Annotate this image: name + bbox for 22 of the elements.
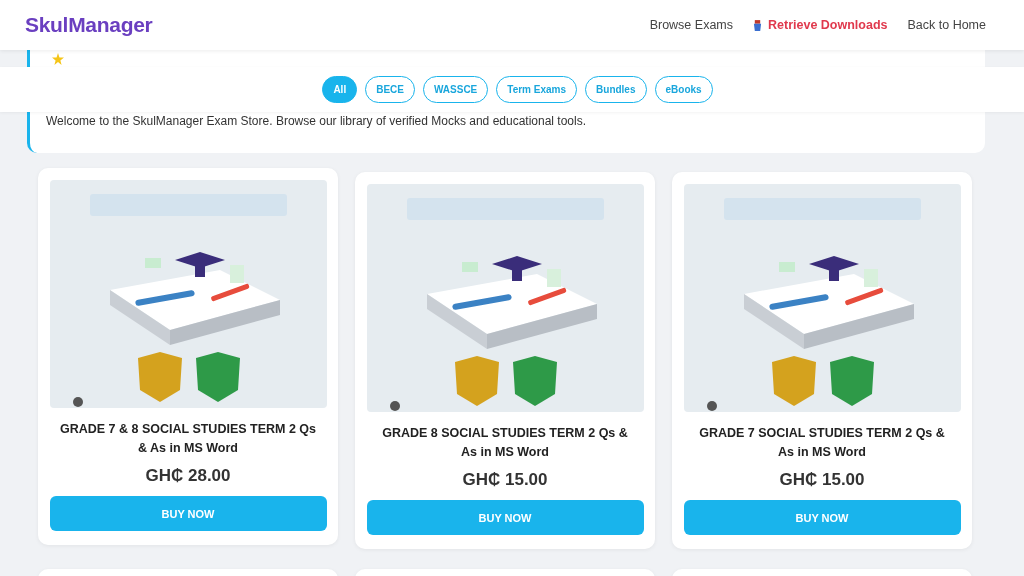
buy-button[interactable]: BUY NOW bbox=[49, 496, 327, 531]
filter-chip[interactable]: WASSCE bbox=[422, 76, 489, 103]
filter-chip[interactable]: Bundles bbox=[585, 76, 647, 103]
nav-link[interactable]: Back to Home bbox=[907, 18, 986, 32]
nav-link[interactable]: Browse Exams bbox=[649, 18, 733, 32]
product-title: GRADE 7 SOCIAL STUDIES TERM 2 Qs & As in MS Word bbox=[698, 425, 946, 461]
nav-link[interactable]: Retrieve Downloads bbox=[768, 18, 888, 32]
star-icon bbox=[52, 53, 64, 65]
welcome-text: Welcome to the SkulManager Exam Store. Browse our library of verified Mocks and educational tools. bbox=[46, 114, 587, 128]
filter-chip[interactable]: Term Exams bbox=[496, 76, 578, 103]
buy-button[interactable]: BUY NOW bbox=[683, 500, 961, 535]
product-title: GRADE 8 SOCIAL STUDIES TERM 2 Qs & As in MS Word bbox=[381, 425, 629, 461]
filter-chip[interactable]: All bbox=[322, 76, 358, 103]
product-price: GH₵ 28.00 bbox=[145, 466, 231, 486]
product-title: GRADE 7 & 8 SOCIAL STUDIES TERM 2 Qs & As in MS Word bbox=[58, 421, 318, 457]
logo[interactable]: SkulManager bbox=[25, 13, 153, 37]
bucket-icon bbox=[753, 19, 762, 31]
filter-chip[interactable]: BECE bbox=[365, 76, 415, 103]
filter-chip[interactable]: eBooks bbox=[654, 76, 713, 103]
buy-button[interactable]: BUY NOW bbox=[366, 500, 644, 535]
product-price: GH₵ 15.00 bbox=[779, 470, 865, 490]
product-price: GH₵ 15.00 bbox=[462, 470, 548, 490]
